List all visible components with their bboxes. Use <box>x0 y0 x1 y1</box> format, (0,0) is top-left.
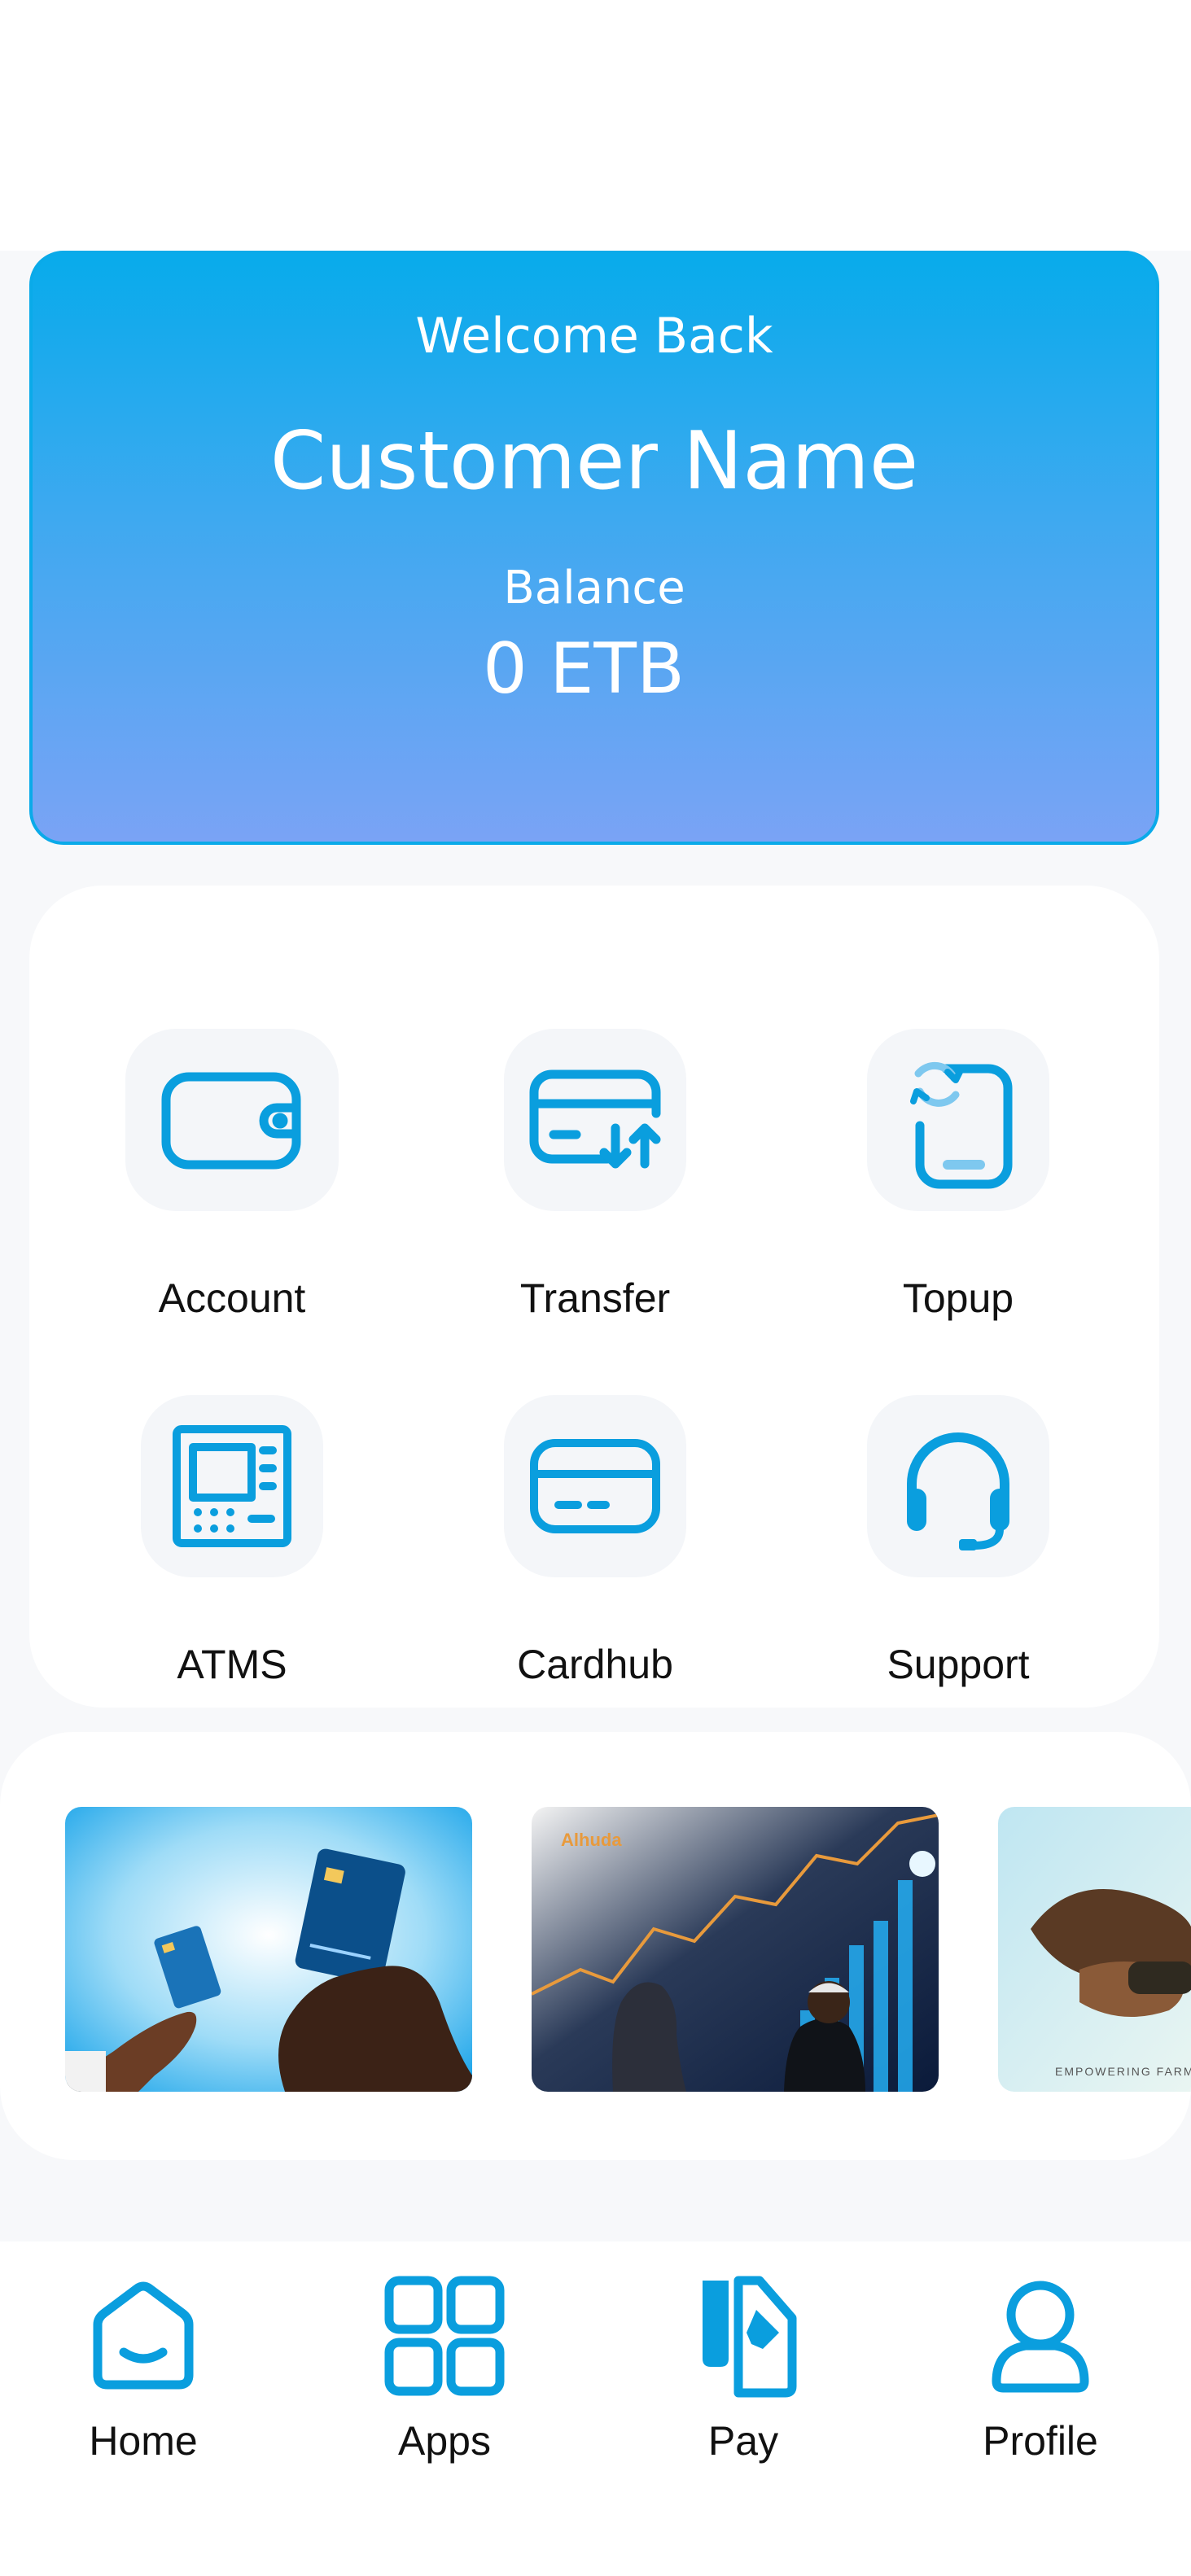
profile-icon <box>992 2281 1089 2393</box>
nav-label: Home <box>89 2418 198 2464</box>
promo-banner-cards[interactable] <box>65 1807 472 2092</box>
card-icon <box>530 1439 660 1533</box>
service-topup[interactable]: Topup <box>820 1029 1097 1371</box>
status-area <box>0 0 1191 251</box>
atm-icon <box>173 1425 291 1547</box>
promo-carousel[interactable]: Alhuda EMPOWERING FARMERS <box>0 1732 1191 2160</box>
card-transfer-icon <box>529 1069 661 1169</box>
nav-pay[interactable]: Pay <box>621 2271 865 2466</box>
service-tile <box>504 1029 686 1211</box>
nav-label: Profile <box>983 2418 1098 2464</box>
balance-card: Welcome Back Customer Name Balance 0 ETB <box>29 251 1159 845</box>
farmer-hands-image: EMPOWERING FARMERS <box>998 1807 1191 2092</box>
headset-icon <box>907 1432 1009 1550</box>
service-label: Account <box>158 1275 306 1321</box>
investment-chart-image: Alhuda <box>532 1807 939 2092</box>
service-tile <box>504 1395 686 1577</box>
service-tile <box>141 1395 323 1577</box>
service-tile <box>867 1029 1049 1211</box>
service-transfer[interactable]: Transfer <box>457 1029 733 1371</box>
promo-banner-farmers[interactable]: EMPOWERING FARMERS <box>998 1807 1191 2092</box>
nav-home[interactable]: Home <box>21 2271 265 2466</box>
balance-value: 0 ETB <box>483 628 685 710</box>
service-label: Support <box>887 1642 1030 1687</box>
welcome-label: Welcome Back <box>415 308 773 365</box>
alhuda-logo-text: Alhuda <box>561 1830 622 1850</box>
service-tile <box>867 1395 1049 1577</box>
banner-caption: EMPOWERING FARMERS <box>1055 2065 1191 2078</box>
service-tile <box>125 1029 339 1211</box>
nav-profile[interactable]: Profile <box>918 2271 1163 2466</box>
service-cardhub[interactable]: Cardhub <box>457 1395 733 1737</box>
service-label: Cardhub <box>517 1642 673 1687</box>
service-support[interactable]: Support <box>820 1395 1097 1737</box>
service-account[interactable]: Account <box>94 1029 370 1371</box>
service-atms[interactable]: ATMS <box>94 1395 370 1737</box>
nav-label: Apps <box>398 2418 491 2464</box>
service-label: ATMS <box>177 1642 287 1687</box>
nav-label: Pay <box>707 2418 779 2464</box>
phone-topup-icon <box>910 1061 1013 1189</box>
promo-banner-alhuda[interactable]: Alhuda <box>532 1807 939 2092</box>
bottom-navigation: Home Apps Pay Profile <box>0 2241 1191 2576</box>
cards-in-hands-image <box>65 1807 472 2092</box>
wallet-icon <box>161 1072 301 1170</box>
balance-label: Balance <box>503 562 685 614</box>
home-icon <box>93 2281 194 2390</box>
apps-grid-icon <box>384 2276 505 2396</box>
nav-apps[interactable]: Apps <box>322 2271 567 2466</box>
services-panel: Account Transfer Topup ATMS Cardhub Supp… <box>29 886 1159 1708</box>
pay-document-icon <box>703 2276 797 2398</box>
service-label: Transfer <box>519 1275 671 1321</box>
customer-name: Customer Name <box>269 415 919 508</box>
service-label: Topup <box>902 1275 1014 1321</box>
